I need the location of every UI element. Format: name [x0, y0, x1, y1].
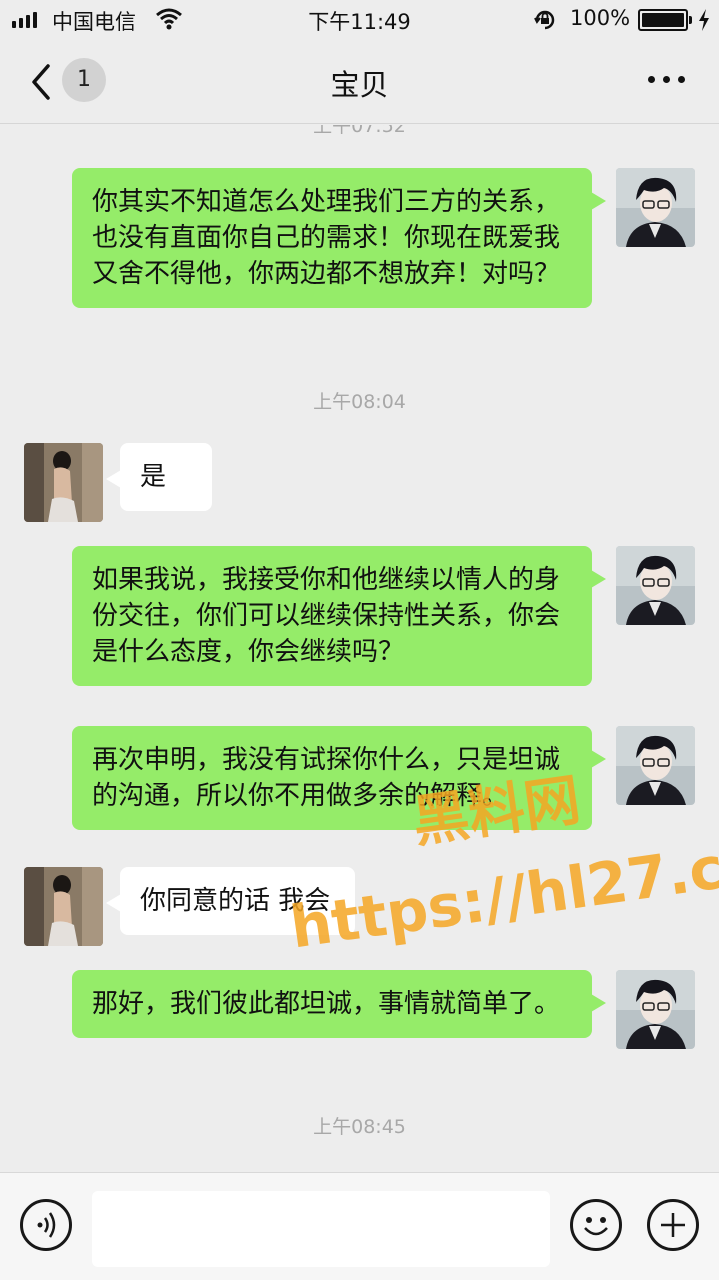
- more-dots-icon[interactable]: [648, 76, 685, 83]
- voice-icon[interactable]: [20, 1199, 72, 1251]
- input-bar: [0, 1172, 719, 1280]
- status-bar: 中国电信 下午11:49 100%: [0, 0, 719, 40]
- battery-percent: 100%: [570, 6, 631, 30]
- avatar-contact[interactable]: [24, 867, 103, 946]
- battery-tip: [689, 16, 692, 24]
- avatar-self[interactable]: [616, 970, 695, 1049]
- charging-bolt-icon: [697, 8, 711, 36]
- avatar-self[interactable]: [616, 546, 695, 625]
- message-bubble-sent[interactable]: 如果我说，我接受你和他继续以情人的身份交往，你们可以继续保持性关系，你会是什么态…: [72, 546, 606, 686]
- message-input[interactable]: [92, 1191, 550, 1267]
- rotation-lock-icon: [533, 8, 557, 36]
- plus-icon[interactable]: [647, 1199, 699, 1251]
- avatar-self[interactable]: [616, 168, 695, 247]
- message-bubble-sent[interactable]: 那好，我们彼此都坦诚，事情就简单了。: [72, 970, 606, 1038]
- message-list[interactable]: 上午07:52 你其实不知道怎么处理我们三方的关系，也没有直面你自己的需求！你现…: [0, 125, 719, 1172]
- avatar-self[interactable]: [616, 726, 695, 805]
- chat-title: 宝贝: [330, 68, 389, 102]
- avatar-contact[interactable]: [24, 443, 103, 522]
- message-bubble-received[interactable]: 你同意的话 我会: [106, 867, 355, 935]
- timestamp: 上午07:52: [313, 125, 406, 137]
- message-bubble-received[interactable]: 是: [106, 443, 212, 511]
- message-bubble-sent[interactable]: 再次申明，我没有试探你什么，只是坦诚的沟通，所以你不用做多余的解释。: [72, 726, 606, 830]
- timestamp: 上午08:45: [313, 1116, 406, 1138]
- message-bubble-sent[interactable]: 你其实不知道怎么处理我们三方的关系，也没有直面你自己的需求！你现在既爱我又舍不得…: [72, 168, 606, 308]
- emoji-icon[interactable]: [570, 1199, 622, 1251]
- battery-icon: [638, 9, 688, 31]
- chat-header: 1 宝贝: [0, 40, 719, 124]
- timestamp: 上午08:04: [313, 391, 406, 413]
